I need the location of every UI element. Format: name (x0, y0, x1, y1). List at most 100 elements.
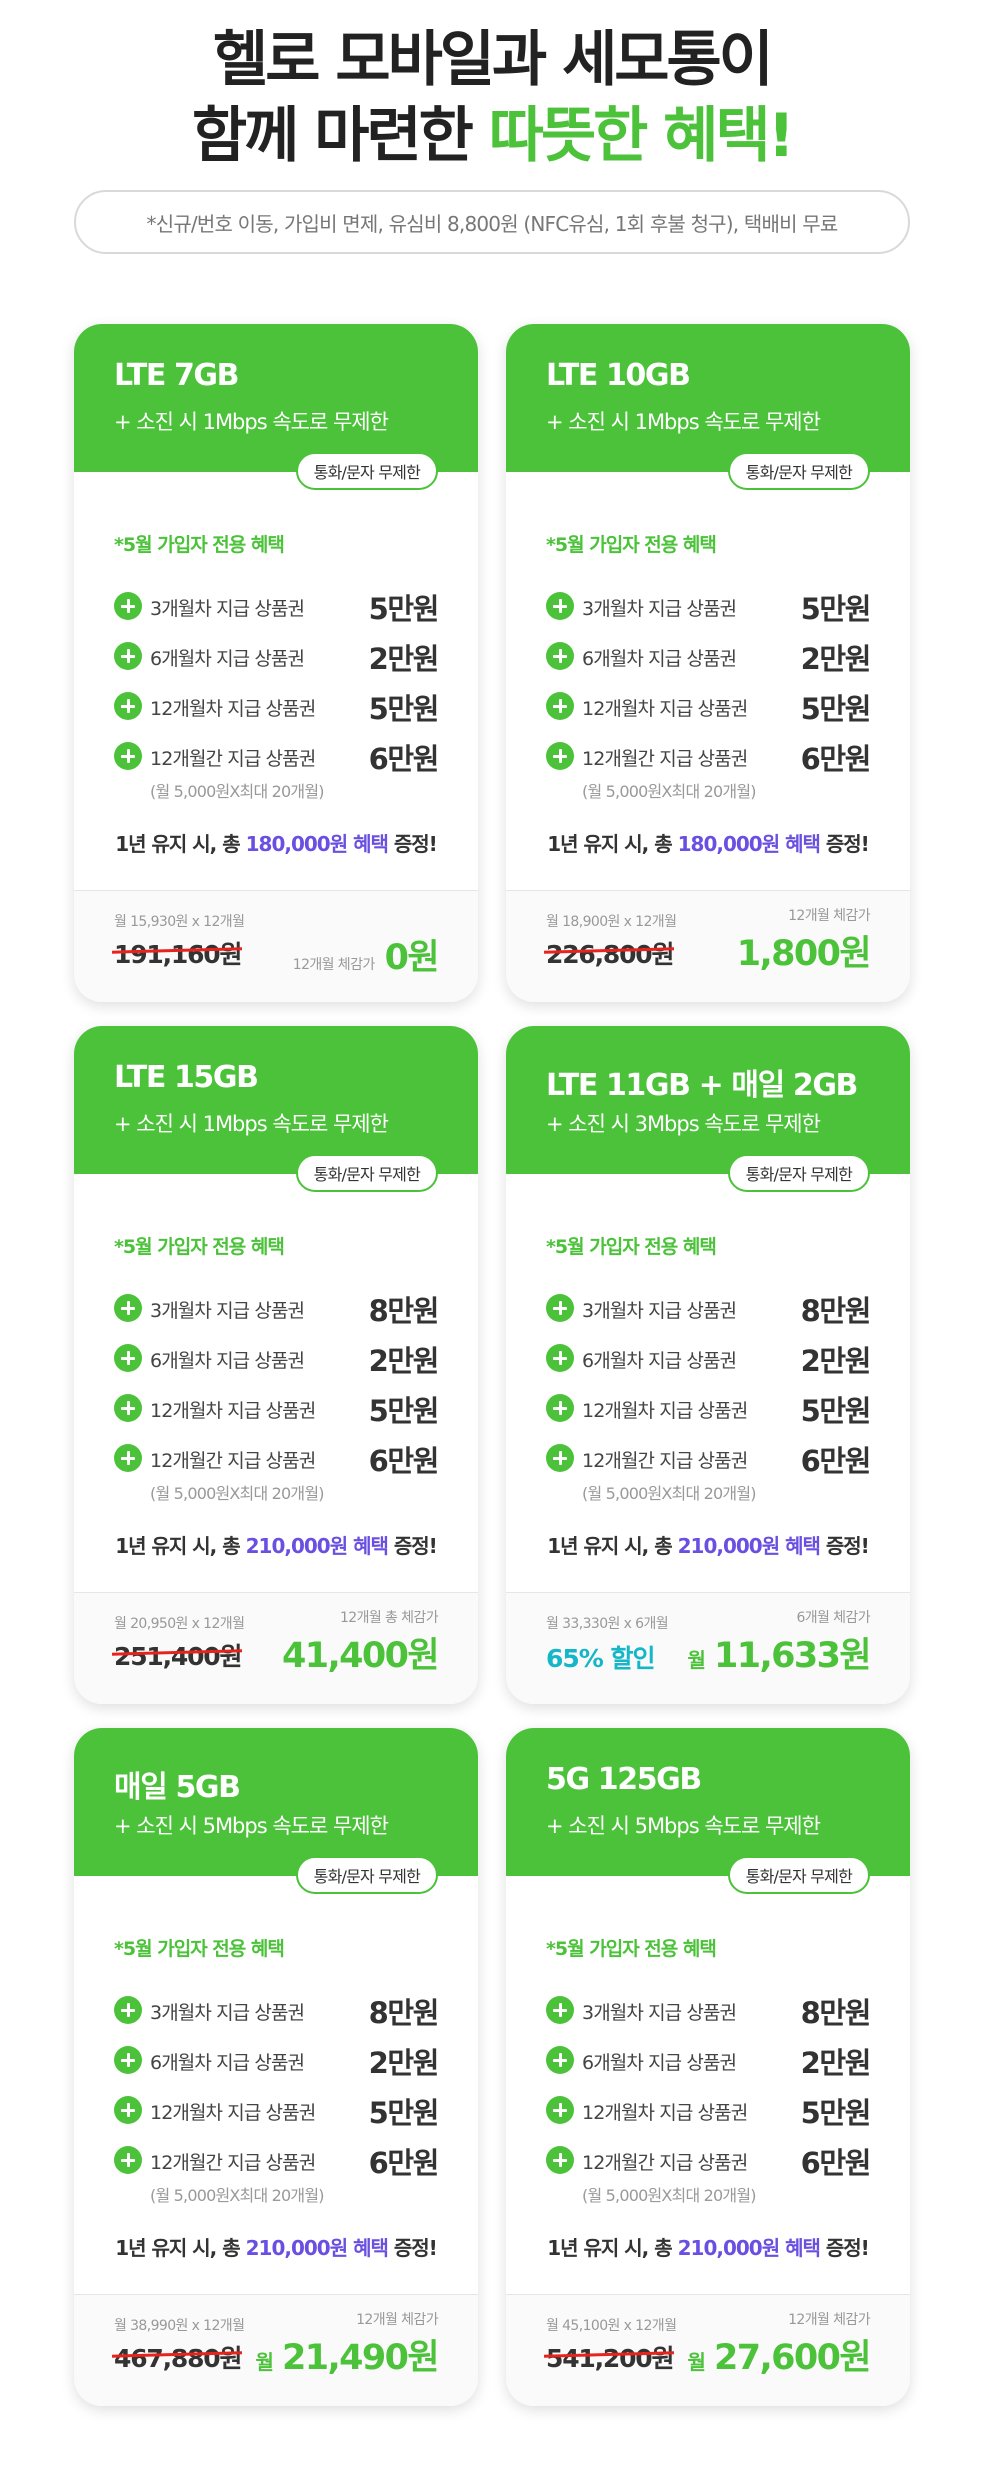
benefit-amount: 2만원 (800, 2046, 872, 2080)
benefit-label: 6개월차 지급 상품권 (150, 648, 305, 670)
total-benefit-line: 1년 유지 시, 총 210,000원 혜택 증정! (74, 1530, 478, 1559)
total-amount: 180,000원 혜택 (245, 832, 389, 856)
total-suffix: 증정! (387, 832, 438, 856)
total-amount: 210,000원 혜택 (677, 2236, 821, 2260)
benefit-amount: 6만원 (368, 2146, 440, 2180)
promo-label: *5월 가입자 전용 혜택 (546, 1236, 717, 1258)
plan-card-header: LTE 10GB + 소진 시 1Mbps 속도로 무제한 (506, 324, 910, 472)
plan-card-header: LTE 15GB + 소진 시 1Mbps 속도로 무제한 (74, 1026, 478, 1174)
effective-price: 1,800원 (736, 934, 872, 974)
benefit-label: 3개월차 지급 상품권 (150, 2002, 305, 2024)
promo-label: *5월 가입자 전용 혜택 (114, 1236, 285, 1258)
plus-circle-icon (114, 1344, 142, 1372)
benefit-amount: 2만원 (368, 2046, 440, 2080)
effective-price-label: 12개월 체감가 (788, 2312, 870, 2328)
benefit-label: 12개월간 지급 상품권 (582, 1450, 748, 1472)
benefit-amount: 8만원 (368, 1996, 440, 2030)
unlimited-badge: 통화/문자 무제한 (295, 452, 438, 490)
benefit-row: 12개월간 지급 상품권 6만원 (546, 736, 872, 776)
total-benefit-line: 1년 유지 시, 총 180,000원 혜택 증정! (506, 828, 910, 857)
plan-card[interactable]: LTE 11GB + 매일 2GB + 소진 시 3Mbps 속도로 무제한 통화/… (506, 1026, 910, 1704)
plus-circle-icon (546, 642, 574, 670)
price-prefix: 월 (687, 1648, 706, 1672)
plus-circle-icon (114, 2096, 142, 2124)
benefit-row: 12개월차 지급 상품권 5만원 (546, 1388, 871, 1428)
total-benefit-line: 1년 유지 시, 총 210,000원 혜택 증정! (506, 2232, 910, 2261)
plan-speed-note: + 소진 시 5Mbps 속도로 무제한 (546, 1814, 821, 1838)
plan-card[interactable]: LTE 7GB + 소진 시 1Mbps 속도로 무제한 통화/문자 무제한 *5월 … (74, 324, 478, 1002)
monthly-fee: 월 18,900원 x 12개월 (546, 914, 677, 930)
price-prefix: 월 (687, 2350, 706, 2374)
benefit-row: 3개월차 지급 상품권 8만원 (546, 1288, 872, 1328)
benefit-row: 6개월차 지급 상품권 2만원 (546, 2040, 872, 2080)
benefit-label: 12개월간 지급 상품권 (150, 748, 316, 770)
plan-card-header: 5G 125GB + 소진 시 5Mbps 속도로 무제한 (506, 1728, 910, 1876)
plan-name: LTE 11GB + 매일 2GB (546, 1068, 858, 1103)
benefit-amount: 8만원 (800, 1294, 872, 1328)
total-benefit-line: 1년 유지 시, 총 180,000원 혜택 증정! (74, 828, 478, 857)
plan-card-header: 매일 5GB + 소진 시 5Mbps 속도로 무제한 (74, 1728, 478, 1876)
total-amount: 210,000원 혜택 (245, 2236, 389, 2260)
plan-card-header: LTE 11GB + 매일 2GB + 소진 시 3Mbps 속도로 무제한 (506, 1026, 910, 1174)
plan-speed-note: + 소진 시 1Mbps 속도로 무제한 (546, 410, 821, 434)
benefit-row: 6개월차 지급 상품권 2만원 (546, 1338, 871, 1378)
total-amount: 180,000원 혜택 (677, 832, 821, 856)
benefit-row: 12개월차 지급 상품권 5만원 (114, 1388, 439, 1428)
promo-label: *5월 가입자 전용 혜택 (546, 534, 717, 556)
benefit-note: (월 5,000원X최대 20개월) (150, 2186, 325, 2205)
plan-speed-note: + 소진 시 1Mbps 속도로 무제한 (114, 1112, 389, 1136)
plan-card[interactable]: 5G 125GB + 소진 시 5Mbps 속도로 무제한 통화/문자 무제한 *5월… (506, 1728, 910, 2406)
benefit-label: 3개월차 지급 상품권 (582, 1300, 737, 1322)
benefit-amount: 6만원 (800, 2146, 872, 2180)
benefit-row: 12개월간 지급 상품권 6만원 (114, 736, 439, 776)
promo-label: *5월 가입자 전용 혜택 (114, 534, 285, 556)
effective-price-row: 12개월 체감가 0원 (293, 929, 440, 980)
total-prefix: 1년 유지 시, 총 (115, 1534, 246, 1558)
benefit-row: 3개월차 지급 상품권 8만원 (546, 1990, 871, 2030)
price-footer: 월 15,930원 x 12개월 191,160원 12개월 체감가 0원 (74, 891, 478, 1002)
effective-price-label: 12개월 체감가 (788, 908, 870, 924)
plus-circle-icon (114, 2046, 142, 2074)
headline-highlight: 따뜻한 혜택! (488, 101, 795, 171)
monthly-fee: 월 15,930원 x 12개월 (114, 914, 245, 930)
benefit-row: 12개월간 지급 상품권 6만원 (546, 2140, 872, 2180)
benefit-row: 3개월차 지급 상품권 5만원 (114, 586, 439, 626)
benefit-note: (월 5,000원X최대 20개월) (150, 782, 325, 801)
total-amount: 210,000원 혜택 (677, 1534, 821, 1558)
plan-speed-note: + 소진 시 1Mbps 속도로 무제한 (114, 410, 389, 434)
headline-line-2: 함께 마련한 따뜻한 혜택! (0, 98, 984, 174)
effective-price-label: 12개월 체감가 (356, 2312, 438, 2328)
headline: 헬로 모바일과 세모통이 함께 마련한 따뜻한 혜택! (0, 22, 984, 174)
total-suffix: 증정! (819, 1534, 870, 1558)
plus-circle-icon (114, 742, 142, 770)
total-prefix: 1년 유지 시, 총 (547, 2236, 678, 2260)
benefit-note: (월 5,000원X최대 20개월) (150, 1484, 325, 1503)
price-footer: 월 18,900원 x 12개월 226,800원 12개월 체감가 1,800원 (506, 891, 910, 1002)
total-benefit-line: 1년 유지 시, 총 210,000원 혜택 증정! (74, 2232, 478, 2261)
benefit-label: 12개월간 지급 상품권 (150, 1450, 316, 1472)
benefit-row: 3개월차 지급 상품권 8만원 (114, 1990, 440, 2030)
benefit-amount: 6만원 (368, 1444, 440, 1478)
effective-price-label: 6개월 체감가 (796, 1610, 870, 1626)
headline-line-1: 헬로 모바일과 세모통이 (213, 25, 774, 95)
benefit-label: 6개월차 지급 상품권 (582, 1350, 737, 1372)
plan-card[interactable]: LTE 10GB + 소진 시 1Mbps 속도로 무제한통화/문자 무제한 *5월… (506, 324, 910, 1002)
unlimited-badge: 통화/문자 무제한 (727, 452, 870, 490)
price-footer: 월 33,330원 x 6개월 65% 할인 6개월 체감가 월 11,633원 (506, 1593, 910, 1704)
plus-circle-icon (546, 1294, 574, 1322)
effective-price-row: 1,800원 (736, 925, 872, 976)
plan-name: LTE 10GB (546, 358, 691, 393)
plus-circle-icon (546, 2096, 574, 2124)
plus-circle-icon (546, 1394, 574, 1422)
price-footer: 월 20,950원 x 12개월 251,400원 12개월 총 체감가 41,400… (74, 1593, 478, 1704)
plus-circle-icon (546, 1444, 574, 1472)
benefit-label: 3개월차 지급 상품권 (582, 2002, 737, 2024)
plan-name: 매일 5GB (114, 1770, 241, 1805)
benefit-amount: 6만원 (800, 742, 872, 776)
plus-circle-icon (114, 1996, 142, 2024)
plan-card[interactable]: LTE 15GB + 소진 시 1Mbps 속도로 무제한 통화/문자 무제한 *5월… (74, 1026, 478, 1704)
price-footer: 월 45,100원 x 12개월 541,200원 12개월 체감가 월 27,600원 (506, 2295, 910, 2406)
plan-card[interactable]: 매일 5GB + 소진 시 5Mbps 속도로 무제한 통화/문자 무제한 *5월 가… (74, 1728, 478, 2406)
effective-price-label: 12개월 총 체감가 (340, 1610, 439, 1626)
benefit-label: 3개월차 지급 상품권 (150, 598, 305, 620)
